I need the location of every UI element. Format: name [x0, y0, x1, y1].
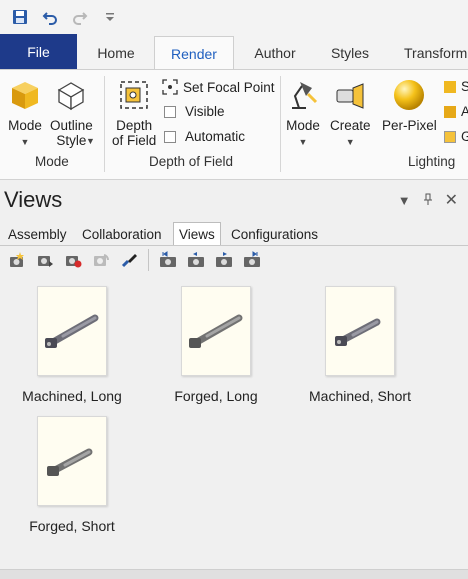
create-light-label: Create: [330, 118, 371, 133]
view-item-forged-short[interactable]: Forged, Short: [2, 416, 142, 534]
next-view-icon[interactable]: [213, 249, 235, 271]
dof-label-line1: Depth: [116, 118, 153, 133]
dof-group-label: Depth of Field: [149, 154, 234, 169]
mode-button-label: Mode: [8, 118, 42, 133]
tab-author[interactable]: Author: [240, 36, 310, 70]
depth-of-field-button[interactable]: Depth of Field: [112, 78, 156, 148]
tab-file[interactable]: File: [0, 34, 77, 70]
lighting-mode-label: Mode: [286, 118, 320, 133]
view-thumbnail[interactable]: [325, 286, 395, 376]
lighting-item-2[interactable]: A: [444, 104, 468, 119]
chevron-down-icon: ▼: [345, 137, 355, 147]
chevron-down-icon: ▼: [20, 137, 30, 147]
per-pixel-sphere-icon: [394, 80, 425, 110]
light-icon: [444, 80, 456, 93]
set-focal-point-button[interactable]: Set Focal Point: [162, 79, 275, 95]
tab-render[interactable]: Render: [154, 36, 234, 70]
lighting-item-3[interactable]: G: [444, 129, 468, 144]
views-toolbar: [0, 246, 468, 274]
views-panel-title: Views: [4, 187, 63, 212]
per-pixel-button[interactable]: Per-Pixel: [382, 78, 437, 133]
ribbon: Mode ▼ Outline Style ▼ Mode Depth of Fie…: [0, 70, 468, 180]
close-icon[interactable]: ✕: [445, 190, 458, 210]
set-focal-point-label: Set Focal Point: [183, 79, 275, 95]
ratchet-wrench-icon: [335, 318, 381, 346]
focal-point-icon: [162, 79, 178, 95]
outline-style-label-line1: Outline: [50, 118, 93, 133]
ribbon-tabs: File Home Render Author Styles Transform: [0, 34, 468, 70]
view-label: Machined, Short: [309, 388, 411, 404]
dof-label-line2: of Field: [112, 133, 157, 148]
chevron-down-icon: ▼: [298, 137, 308, 147]
automatic-checkbox[interactable]: Automatic: [164, 129, 245, 144]
view-thumbnail[interactable]: [37, 286, 107, 376]
chevron-down-icon: ▼: [86, 136, 95, 146]
new-view-icon[interactable]: [6, 249, 28, 271]
automatic-checkbox-box[interactable]: [164, 130, 176, 143]
mode-group-label: Mode: [35, 154, 69, 169]
create-light-button[interactable]: Create ▼: [330, 78, 371, 150]
light-icon: [444, 130, 456, 143]
per-pixel-label: Per-Pixel: [382, 118, 437, 133]
lamp-icon: [292, 82, 318, 109]
record-view-icon[interactable]: [62, 249, 84, 271]
tab-collaboration[interactable]: Collaboration: [77, 222, 167, 246]
tab-assembly[interactable]: Assembly: [3, 222, 72, 246]
lighting-item-1-label: S: [461, 79, 468, 94]
pin-icon[interactable]: [423, 193, 433, 208]
outline-style-label-line2: Style: [56, 133, 87, 148]
refresh-view-icon[interactable]: [90, 249, 112, 271]
tab-views[interactable]: Views: [173, 222, 221, 246]
tab-styles[interactable]: Styles: [316, 36, 384, 70]
visible-checkbox-box[interactable]: [164, 105, 176, 118]
lighting-item-2-label: A: [461, 104, 468, 119]
panel-controls: ▼ ✕: [398, 190, 458, 210]
customize-dropdown-icon[interactable]: [100, 7, 120, 27]
view-label: Forged, Short: [29, 518, 115, 534]
tab-transform[interactable]: Transform: [392, 36, 468, 70]
light-icon: [444, 105, 456, 118]
lighting-item-3-label: G: [461, 129, 468, 144]
view-item-machined-short[interactable]: Machined, Short: [290, 286, 430, 404]
lighting-mode-button[interactable]: Mode ▼: [286, 78, 320, 150]
previous-view-icon[interactable]: [185, 249, 207, 271]
tab-home[interactable]: Home: [84, 36, 148, 70]
ratchet-wrench-icon: [47, 448, 93, 476]
spotlight-icon: [336, 83, 364, 109]
mode-button[interactable]: Mode ▼: [8, 78, 42, 150]
tab-configurations[interactable]: Configurations: [226, 222, 323, 246]
redo-icon[interactable]: [70, 7, 90, 27]
quick-access-toolbar: [0, 0, 468, 34]
lighting-item-1[interactable]: S: [444, 79, 468, 94]
ratchet-wrench-icon: [189, 314, 243, 348]
view-label: Machined, Long: [22, 388, 122, 404]
ratchet-wrench-icon: [45, 314, 99, 348]
paint-view-icon[interactable]: [118, 249, 140, 271]
view-item-machined-long[interactable]: Machined, Long: [2, 286, 142, 404]
save-icon[interactable]: [10, 7, 30, 27]
view-thumbnail[interactable]: [37, 416, 107, 506]
render-mode-icon: [12, 82, 38, 109]
view-thumbnail[interactable]: [181, 286, 251, 376]
panel-bottom-bar: [0, 569, 468, 579]
undo-icon[interactable]: [40, 7, 60, 27]
depth-of-field-icon: [120, 81, 148, 109]
app-window: File Home Render Author Styles Transform…: [0, 0, 468, 579]
automatic-label: Automatic: [185, 129, 246, 144]
outline-style-icon: [58, 82, 85, 111]
view-item-forged-long[interactable]: Forged, Long: [146, 286, 286, 404]
views-gallery: Machined, Long Forged, Long Machined, Sh…: [0, 274, 468, 569]
visible-label: Visible: [185, 104, 225, 119]
lighting-group-label: Lighting: [408, 154, 456, 169]
views-panel-tabs: Assembly Collaboration Views Configurati…: [0, 222, 468, 246]
view-label: Forged, Long: [174, 388, 258, 404]
first-view-icon[interactable]: [157, 249, 179, 271]
panel-menu-chevron-icon[interactable]: ▼: [398, 193, 411, 208]
toolbar-divider: [148, 249, 149, 271]
group-divider: [104, 76, 105, 172]
last-view-icon[interactable]: [241, 249, 263, 271]
group-divider: [280, 76, 281, 172]
visible-checkbox[interactable]: Visible: [164, 104, 225, 119]
update-view-icon[interactable]: [34, 249, 56, 271]
